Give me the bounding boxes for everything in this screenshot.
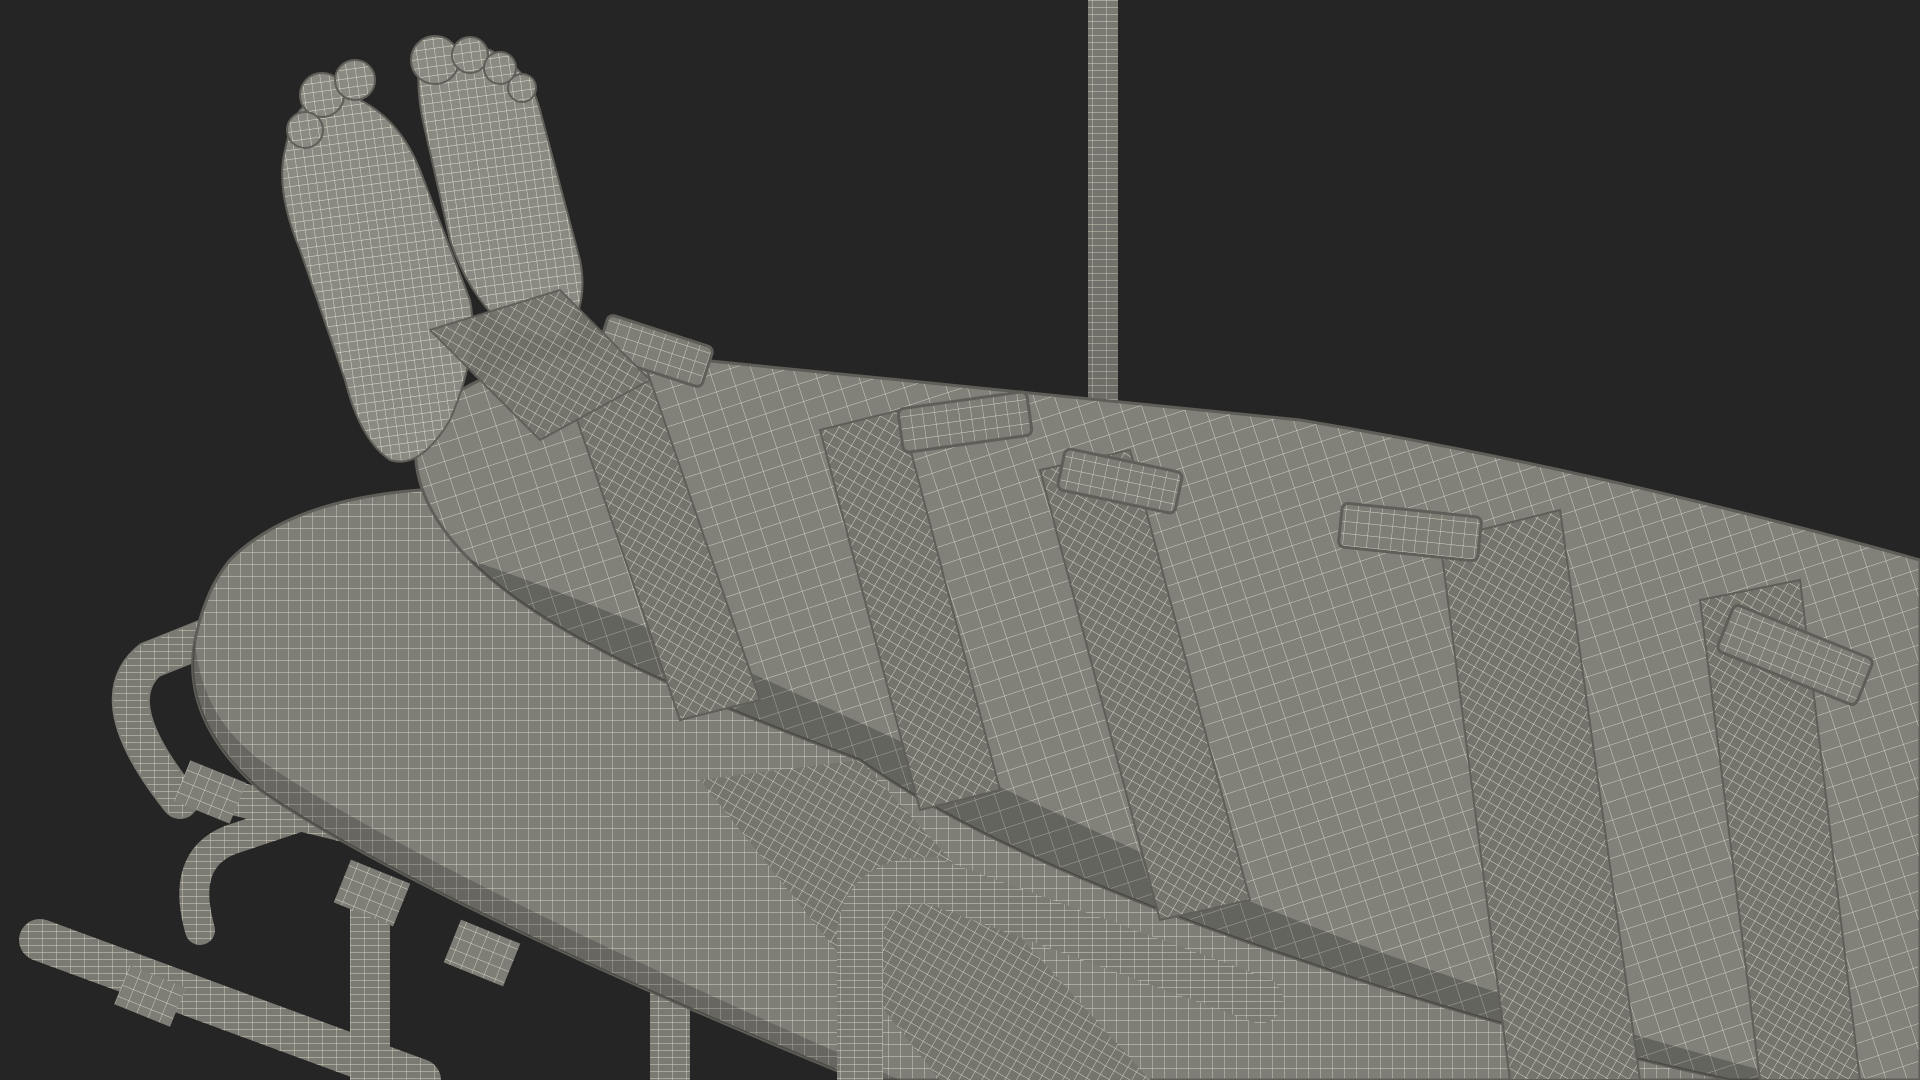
render-viewport — [0, 0, 1920, 1080]
iv-pole — [1088, 0, 1118, 420]
toe — [286, 111, 324, 149]
toe — [451, 36, 489, 74]
toe — [334, 59, 376, 101]
wireframe-scene — [0, 0, 1920, 1080]
toe — [507, 73, 537, 103]
